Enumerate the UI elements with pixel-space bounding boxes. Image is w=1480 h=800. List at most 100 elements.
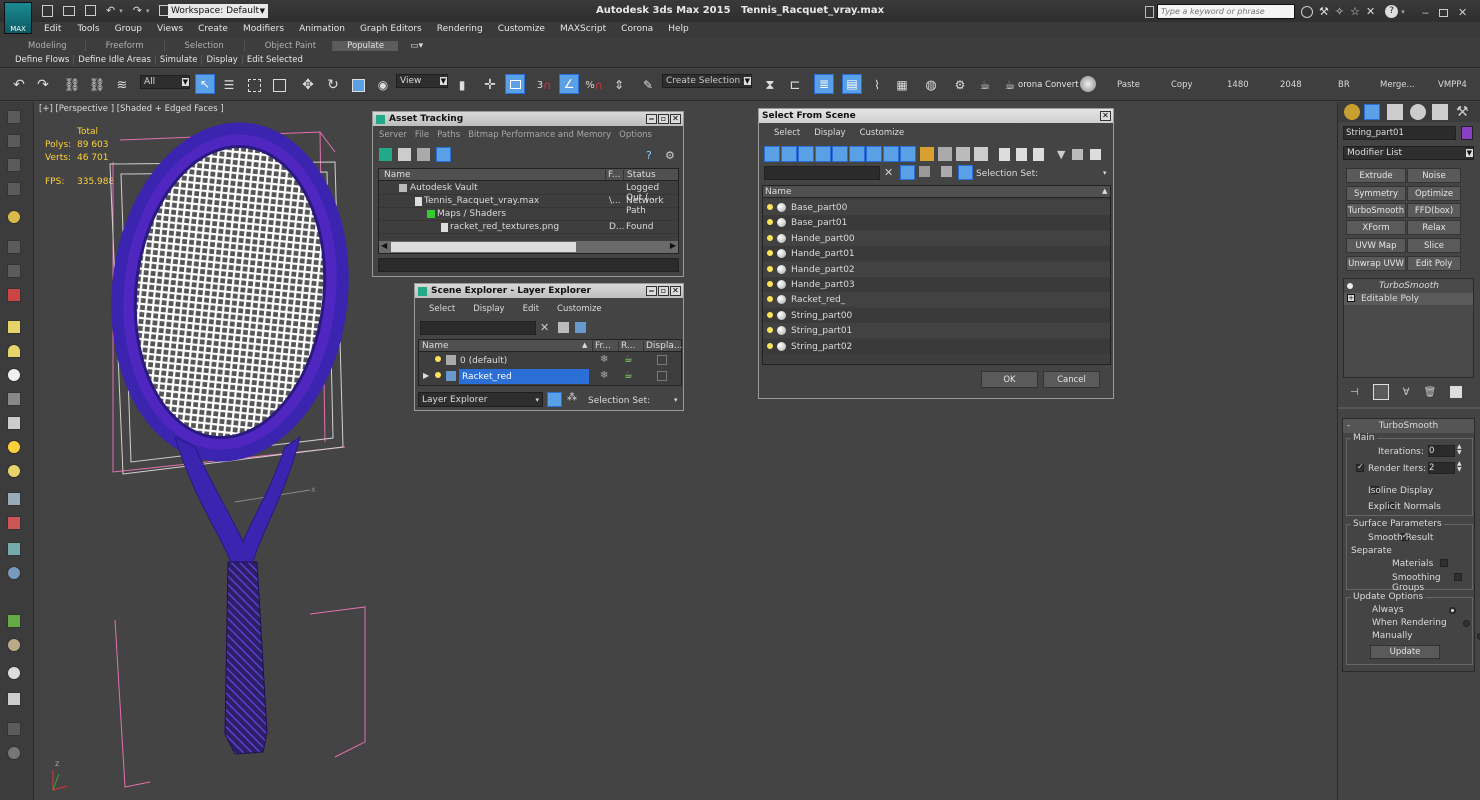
asset-col-f[interactable]: F...: [605, 170, 620, 180]
list-item[interactable]: Base_part00: [763, 200, 1110, 215]
filter-funnel-icon[interactable]: ▼: [1057, 148, 1065, 161]
horizontal-scrollbar[interactable]: ◀ ▶: [379, 241, 678, 253]
filter-spacewarps-icon[interactable]: [849, 146, 865, 162]
show-end-result-icon[interactable]: [1372, 384, 1389, 400]
undo-dropdown-icon[interactable]: ▾: [119, 7, 123, 15]
list-item[interactable]: Hande_part01: [763, 246, 1110, 262]
render-iters-checkbox[interactable]: [1356, 462, 1364, 472]
size-1480-button[interactable]: 1480: [1227, 80, 1249, 90]
display-none-icon[interactable]: [1016, 147, 1027, 161]
hemisphere-icon[interactable]: [7, 344, 21, 358]
schematic-view-icon[interactable]: ▦: [892, 75, 912, 95]
grid-icon[interactable]: [7, 692, 21, 706]
ffd-box-button[interactable]: FFD(box): [1407, 203, 1461, 218]
sfs-col-name[interactable]: Name: [765, 187, 792, 197]
menu-customize[interactable]: Customize: [498, 24, 545, 34]
menu-maxscript[interactable]: MAXScript: [560, 24, 606, 34]
create-tab-icon[interactable]: [1344, 104, 1360, 120]
find-icon[interactable]: [558, 322, 569, 333]
filter-shapes-icon[interactable]: [781, 146, 797, 162]
table-row[interactable]: racket_red_textures.png D... Found: [379, 221, 678, 234]
asset-menu-file[interactable]: File: [415, 130, 429, 140]
asset-menu-server[interactable]: Server: [379, 130, 407, 140]
filter-helpers-icon[interactable]: [832, 146, 848, 162]
filter-options-icon[interactable]: [1072, 148, 1084, 160]
ribbon-options-icon[interactable]: ▭▾: [410, 41, 423, 51]
menu-group[interactable]: Group: [115, 24, 142, 34]
layer-manager-icon[interactable]: ≣: [814, 74, 834, 94]
search-icon[interactable]: [1301, 5, 1313, 18]
close-icon[interactable]: ✕: [1458, 6, 1467, 19]
expand-icon[interactable]: ▶: [423, 371, 429, 380]
scene-explorer-tool-icon[interactable]: [7, 110, 21, 124]
filter-xrefs-icon[interactable]: [883, 146, 899, 162]
remove-modifier-icon[interactable]: 🗑: [1424, 387, 1437, 398]
chevron-down-icon[interactable]: ▾: [674, 396, 678, 404]
close-icon[interactable]: ✕: [670, 286, 681, 296]
symmetry-button[interactable]: Symmetry: [1346, 186, 1406, 201]
menu-modifiers[interactable]: Modifiers: [243, 24, 284, 34]
list-item[interactable]: String_part00: [763, 307, 1110, 323]
select-object-icon[interactable]: ↖: [195, 74, 215, 94]
menu-rendering[interactable]: Rendering: [437, 24, 483, 34]
size-2048-button[interactable]: 2048: [1280, 80, 1302, 90]
render-iters-spinner[interactable]: [1428, 462, 1455, 474]
optimize-button[interactable]: Optimize: [1407, 186, 1461, 201]
detail-view-icon[interactable]: [417, 148, 430, 161]
table-row[interactable]: Tennis_Racquet_vray.max \... Network Pat…: [379, 195, 678, 216]
asset-col-status[interactable]: Status: [623, 170, 656, 180]
layer-col-name[interactable]: Name: [422, 341, 449, 351]
sfs-menu-display[interactable]: Display: [814, 128, 845, 138]
list-item[interactable]: String_part02: [763, 338, 1110, 354]
move-icon[interactable]: ✥: [298, 75, 318, 95]
render-setup-icon[interactable]: ⚙: [950, 75, 970, 95]
align-icon[interactable]: ⊏: [785, 75, 805, 95]
close-icon[interactable]: ✕: [1100, 111, 1111, 121]
sfs-menu-select[interactable]: Select: [774, 128, 800, 138]
selection-filter-dropdown[interactable]: All ▼: [140, 75, 190, 89]
list-view-icon[interactable]: [398, 148, 411, 161]
motion-tab-icon[interactable]: [1410, 104, 1426, 120]
layers-icon[interactable]: [941, 166, 952, 177]
rollout-toggle[interactable]: -: [1347, 419, 1350, 433]
snaps-toggle-icon[interactable]: 3 ∩: [534, 75, 554, 95]
corona-convert-button[interactable]: orona Convert: [1018, 80, 1079, 90]
help-tool-icon[interactable]: [7, 746, 21, 760]
select-manipulate-icon[interactable]: ✛: [480, 75, 500, 95]
list-item[interactable]: Hande_part02: [763, 261, 1110, 277]
xref-tool-icon[interactable]: [7, 182, 21, 196]
light-bulb-icon[interactable]: [767, 234, 773, 241]
render-teapot-icon[interactable]: ☕: [624, 370, 633, 381]
ribbon-tab-modeling[interactable]: Modeling: [8, 40, 86, 51]
rollout-header[interactable]: - TurboSmooth: [1343, 419, 1474, 433]
light-bulb-icon[interactable]: [767, 250, 773, 257]
explorer-search-input[interactable]: [420, 321, 536, 335]
spinner-arrows-icon[interactable]: ▲ ▼: [1457, 461, 1462, 473]
sync-selection-icon[interactable]: [919, 166, 930, 177]
menu-edit[interactable]: Edit: [44, 24, 61, 34]
layer-col-render[interactable]: R...: [618, 341, 636, 351]
scroll-right-icon[interactable]: ▶: [670, 241, 676, 250]
merge-button[interactable]: Merge...: [1380, 80, 1415, 90]
display-list-icon[interactable]: [999, 147, 1010, 161]
search-options-icon[interactable]: [1145, 5, 1154, 18]
window-crossing-icon[interactable]: [269, 75, 289, 95]
slice-button[interactable]: Slice: [1407, 238, 1461, 253]
grass-icon[interactable]: [7, 392, 21, 406]
minimize-icon[interactable]: ‒: [646, 286, 657, 296]
list-item[interactable]: Hande_part00: [763, 230, 1110, 246]
object-color-swatch[interactable]: [1461, 126, 1473, 140]
asset-col-name[interactable]: Name: [384, 170, 411, 180]
ribbon-tab-selection[interactable]: Selection: [165, 40, 245, 51]
bind-space-warp-icon[interactable]: ≋: [112, 75, 132, 95]
rendered-frame-window-icon[interactable]: ☕: [975, 75, 995, 95]
list-item[interactable]: Hande_part03: [763, 277, 1110, 292]
render-production-icon[interactable]: ☕: [1000, 75, 1020, 95]
pin-stack-icon[interactable]: ⊣: [1350, 387, 1359, 398]
chevron-down-icon[interactable]: ▾: [1103, 169, 1107, 177]
shell-icon[interactable]: [7, 638, 21, 652]
ribbon-toggle-icon[interactable]: ▤: [842, 74, 862, 94]
ribbon-tab-freeform[interactable]: Freeform: [86, 40, 165, 51]
sphere-icon[interactable]: [7, 368, 21, 382]
refresh-icon[interactable]: [379, 148, 392, 161]
